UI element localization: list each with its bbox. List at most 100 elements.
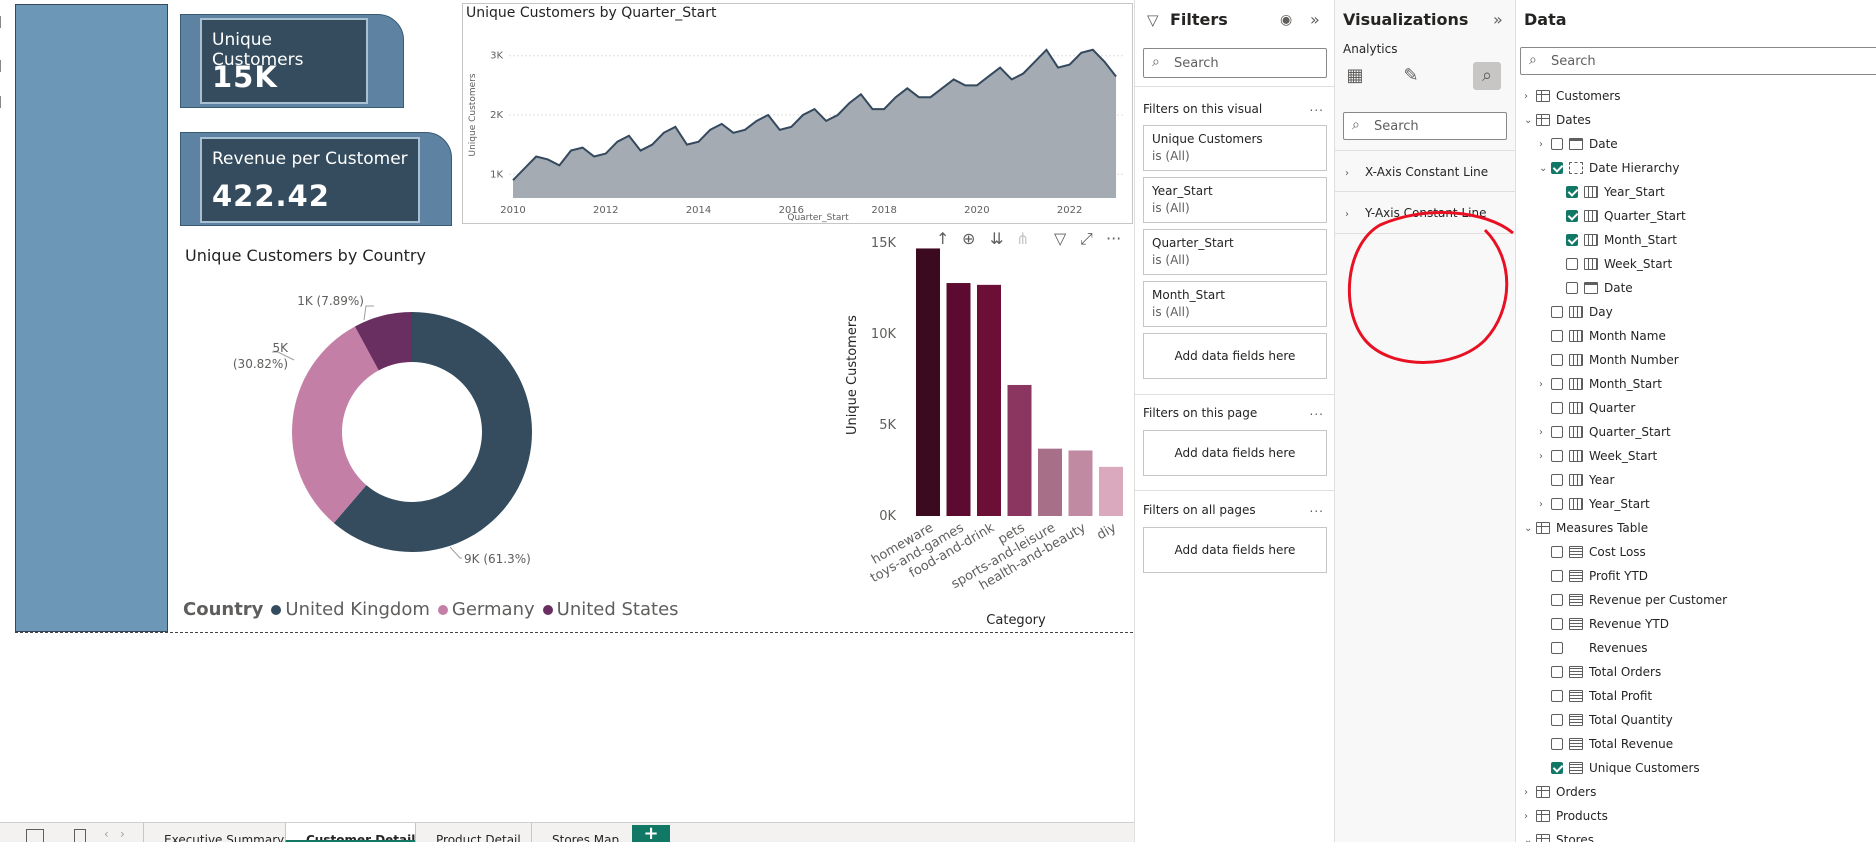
drill-up-icon[interactable]: ↑ (936, 229, 949, 248)
filter-card-month-start[interactable]: Month_Start is (All) (1143, 281, 1327, 327)
chevron-right-icon[interactable]: › (1539, 139, 1551, 150)
field-checkbox[interactable] (1551, 570, 1563, 582)
bar[interactable] (916, 248, 940, 516)
field-row[interactable]: Month Number (1539, 350, 1679, 370)
field-row[interactable]: Revenue per Customer (1539, 590, 1727, 610)
expand-hierarchy-icon[interactable]: ⋔ (1016, 229, 1029, 248)
bar-chart-visual[interactable]: 0K 5K 10K 15K homeware toys-and-games food-and… (840, 225, 1133, 630)
field-checkbox[interactable] (1551, 138, 1563, 150)
mobile-view-icon[interactable] (74, 829, 86, 842)
field-row[interactable]: › Week_Start (1539, 446, 1657, 466)
field-row[interactable]: Total Quantity (1539, 710, 1673, 730)
field-row[interactable]: ⌄ Stores (1524, 830, 1594, 842)
bar[interactable] (1099, 466, 1123, 516)
field-checkbox[interactable] (1551, 378, 1563, 390)
donut-chart-visual[interactable]: 9K (61.3%) 5K (30.82%) 1K (7.89%) Unique Cu… (178, 240, 698, 630)
field-row[interactable]: Total Revenue (1539, 734, 1673, 754)
chevron-down-icon[interactable]: ⌄ (1539, 163, 1551, 174)
chevron-right-icon[interactable]: › (1539, 451, 1551, 462)
field-checkbox[interactable] (1551, 426, 1563, 438)
filter-card-quarter-start[interactable]: Quarter_Start is (All) (1143, 229, 1327, 275)
field-checkbox[interactable] (1551, 306, 1563, 318)
field-row[interactable]: Total Orders (1539, 662, 1661, 682)
field-row[interactable]: Date (1554, 278, 1633, 298)
filter-card-year-start[interactable]: Year_Start is (All) (1143, 177, 1327, 223)
field-row[interactable]: Week_Start (1554, 254, 1672, 274)
field-checkbox[interactable] (1551, 762, 1563, 774)
field-row[interactable]: Cost Loss (1539, 542, 1646, 562)
field-row[interactable]: › Orders (1524, 782, 1596, 802)
table-view-icon[interactable] (0, 60, 4, 72)
chevron-right-icon[interactable]: › (1539, 379, 1551, 390)
field-checkbox[interactable] (1551, 354, 1563, 366)
next-page-icon[interactable]: › (120, 827, 125, 841)
analytics-icon[interactable]: ⌕ (1473, 62, 1501, 90)
field-checkbox[interactable] (1566, 282, 1578, 294)
chevron-right-icon[interactable]: › (1524, 811, 1536, 822)
bar[interactable] (1038, 448, 1062, 516)
tab-executive-summary[interactable]: Executive Summary (143, 823, 285, 842)
field-row[interactable]: ⌄ Dates (1524, 110, 1591, 130)
field-row[interactable]: Profit YTD (1539, 566, 1648, 586)
bar[interactable] (946, 283, 971, 516)
field-row[interactable]: › Date (1539, 134, 1618, 154)
x-axis-constant-line-section[interactable]: › X-Axis Constant Line (1335, 150, 1515, 192)
chevron-right-icon[interactable]: › (1524, 787, 1536, 798)
chevron-down-icon[interactable]: ⌄ (1524, 115, 1536, 126)
field-checkbox[interactable] (1551, 594, 1563, 606)
add-data-fields-page[interactable]: Add data fields here (1143, 430, 1327, 476)
eye-icon[interactable]: ◉ (1280, 12, 1292, 28)
analytics-search-input[interactable]: ⌕ Search (1343, 112, 1507, 140)
chevron-right-icon[interactable]: › (1524, 91, 1536, 102)
field-row[interactable]: Year (1539, 470, 1614, 490)
data-search-input[interactable]: ⌕ Search (1520, 47, 1876, 75)
filters-search-input[interactable]: ⌕ Search (1143, 48, 1327, 78)
field-row[interactable]: Revenue YTD (1539, 614, 1669, 634)
expand-all-icon[interactable]: ⇊ (990, 229, 1003, 248)
chevron-down-icon[interactable]: ⌄ (1524, 835, 1536, 842)
tab-stores-map[interactable]: Stores Map (531, 823, 631, 842)
field-checkbox[interactable] (1551, 162, 1563, 174)
field-row[interactable]: Quarter (1539, 398, 1635, 418)
add-data-fields-visual[interactable]: Add data fields here (1143, 333, 1327, 379)
build-visual-icon[interactable]: ▦ (1341, 62, 1369, 90)
field-checkbox[interactable] (1566, 234, 1578, 246)
model-view-icon[interactable] (0, 96, 4, 108)
field-checkbox[interactable] (1551, 330, 1563, 342)
collapse-filters-icon[interactable]: » (1310, 10, 1320, 29)
field-row[interactable]: Month Name (1539, 326, 1666, 346)
drill-down-icon[interactable]: ⊕ (962, 229, 975, 248)
field-row[interactable]: › Quarter_Start (1539, 422, 1671, 442)
field-checkbox[interactable] (1566, 186, 1578, 198)
more-options-icon[interactable]: ... (1310, 501, 1324, 515)
field-checkbox[interactable] (1551, 738, 1563, 750)
legend-item[interactable]: United States (542, 599, 679, 620)
legend-item[interactable]: Germany (437, 599, 535, 620)
bar[interactable] (977, 284, 1001, 516)
more-options-icon[interactable]: ··· (1106, 229, 1121, 248)
field-row[interactable]: › Month_Start (1539, 374, 1662, 394)
area-chart-visual[interactable]: 1K 2K 3K 2010 2012 2014 2016 2018 2020 2022 Quarte… (462, 3, 1133, 224)
more-options-icon[interactable]: ... (1310, 100, 1324, 114)
field-checkbox[interactable] (1566, 258, 1578, 270)
tab-customer-detail[interactable]: Customer Detail (285, 823, 415, 842)
filter-icon[interactable]: ▽ (1054, 229, 1066, 248)
field-checkbox[interactable] (1551, 546, 1563, 558)
kpi-card-unique-customers[interactable]: Unique Customers 15K (200, 18, 368, 104)
field-row[interactable]: › Products (1524, 806, 1608, 826)
field-checkbox[interactable] (1551, 714, 1563, 726)
field-row[interactable]: › Customers (1524, 86, 1621, 106)
collapse-visualizations-icon[interactable]: » (1493, 10, 1503, 29)
legend-item[interactable]: United Kingdom (271, 599, 430, 620)
format-visual-icon[interactable]: ✎ (1397, 62, 1425, 90)
field-row[interactable]: Year_Start (1554, 182, 1665, 202)
field-row[interactable]: Revenues (1539, 638, 1648, 658)
more-options-icon[interactable]: ... (1310, 404, 1324, 418)
bar[interactable] (1007, 384, 1032, 516)
field-checkbox[interactable] (1551, 690, 1563, 702)
field-checkbox[interactable] (1551, 666, 1563, 678)
field-checkbox[interactable] (1551, 474, 1563, 486)
field-row[interactable]: ⌄ Measures Table (1524, 518, 1648, 538)
field-row[interactable]: Unique Customers (1539, 758, 1700, 778)
field-checkbox[interactable] (1566, 210, 1578, 222)
